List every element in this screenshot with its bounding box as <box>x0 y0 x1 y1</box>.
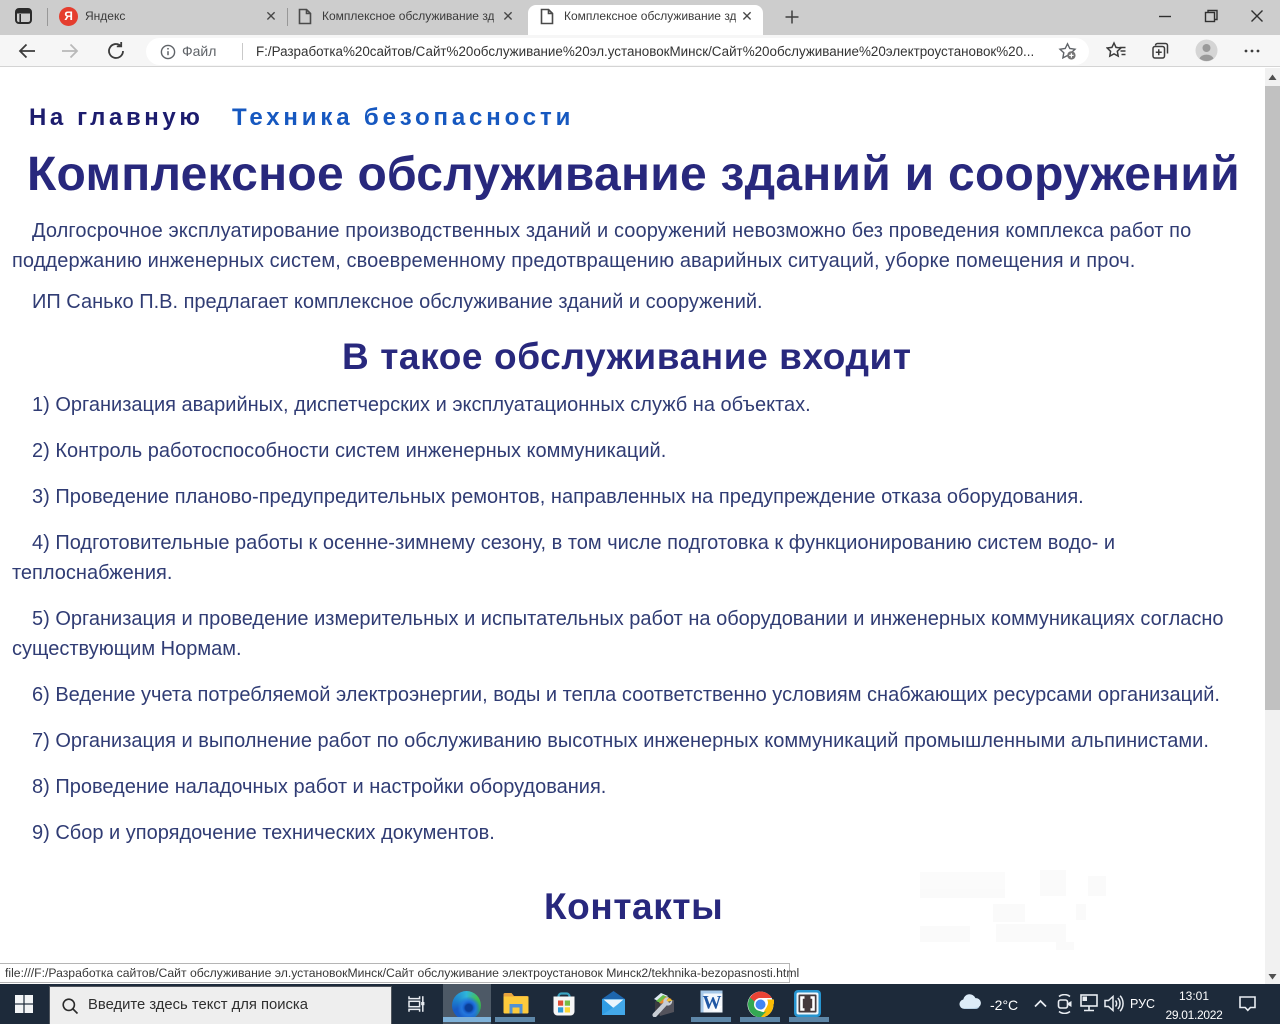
svg-text:W: W <box>703 993 722 1014</box>
